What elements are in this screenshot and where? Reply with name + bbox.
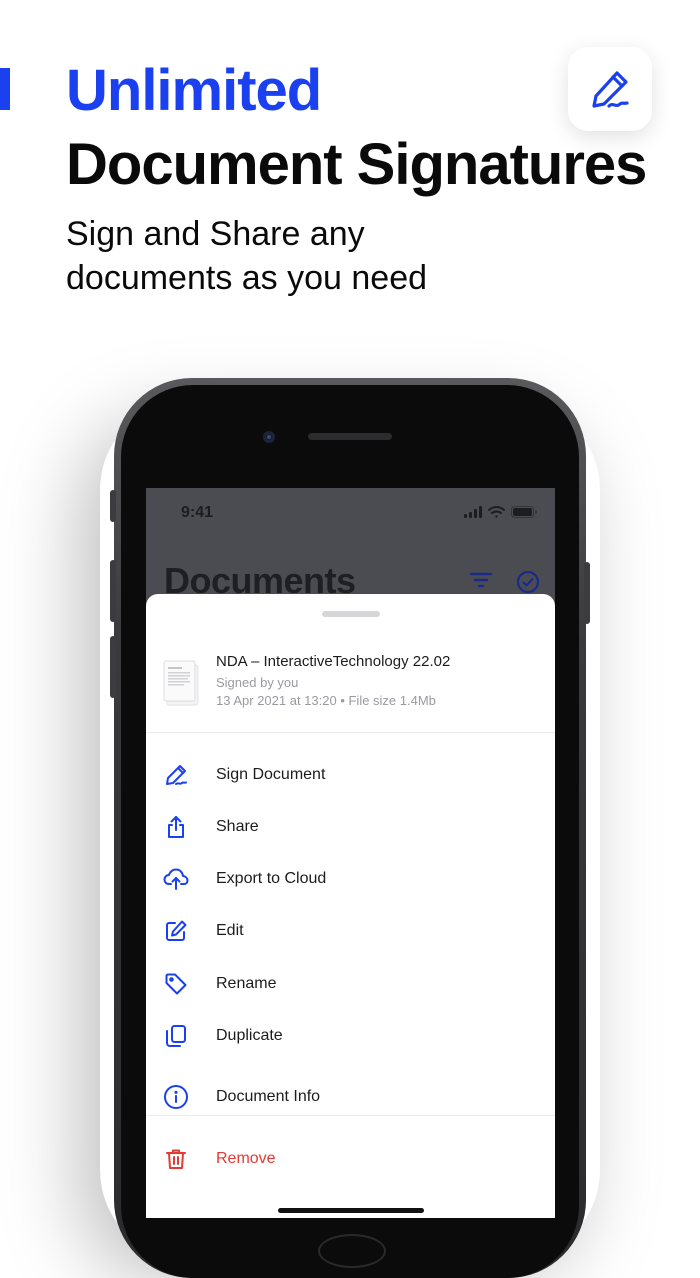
duplicate-icon [163,1023,189,1049]
menu-label: Share [216,818,259,835]
action-sheet: NDA – InteractiveTechnology 22.02 Signed… [146,594,555,1218]
menu-label: Export to Cloud [216,870,327,887]
home-button [318,1234,386,1268]
menu-export-to-cloud[interactable]: Export to Cloud [146,854,555,904]
menu-share[interactable]: Share [146,802,555,852]
app-icon [568,47,652,131]
headline-unlimited: Unlimited [66,58,322,123]
filter-icon[interactable] [469,570,493,590]
pen-signature-icon [592,71,629,108]
file-meta: 13 Apr 2021 at 13:20 • File size 1.4Mb [216,693,436,708]
accent-bar [0,68,10,110]
volume-up-button [110,560,116,622]
file-name: NDA – InteractiveTechnology 22.02 [216,653,451,670]
select-check-icon[interactable] [516,570,540,594]
divider [146,1115,555,1116]
volume-down-button [110,636,116,698]
cloud-upload-icon [163,866,189,892]
wifi-icon [488,506,505,518]
home-indicator[interactable] [278,1208,424,1213]
menu-label: Edit [216,922,244,939]
front-camera [263,431,275,443]
menu-label: Rename [216,975,277,992]
trash-icon [163,1146,189,1172]
status-time: 9:41 [181,504,214,521]
divider [146,732,555,733]
earpiece-speaker [308,433,392,440]
edit-icon [163,918,189,944]
tag-icon [163,971,189,997]
phone-screen: 9:41 Documents NDA – InteractiveTechnolo… [146,488,555,1218]
mute-switch [110,490,116,522]
battery-icon [511,506,537,518]
menu-edit[interactable]: Edit [146,906,555,956]
menu-remove[interactable]: Remove [146,1134,555,1184]
menu-sign-document[interactable]: Sign Document [146,750,555,800]
menu-label: Remove [216,1150,276,1167]
menu-rename[interactable]: Rename [146,959,555,1009]
share-icon [163,814,189,840]
menu-duplicate[interactable]: Duplicate [146,1011,555,1061]
status-icons [464,506,537,518]
subtitle: Sign and Share any documents as you need [66,215,428,297]
info-icon [163,1084,189,1110]
power-button [584,562,590,624]
document-thumbnail [163,660,199,706]
pen-icon [163,762,189,788]
sheet-grabber[interactable] [322,611,380,617]
file-signed-by: Signed by you [216,675,299,690]
menu-label: Document Info [216,1088,321,1105]
menu-label: Duplicate [216,1027,283,1044]
signal-icon [464,506,482,518]
headline-document-signatures: Document Signatures [66,132,647,197]
menu-label: Sign Document [216,766,326,783]
